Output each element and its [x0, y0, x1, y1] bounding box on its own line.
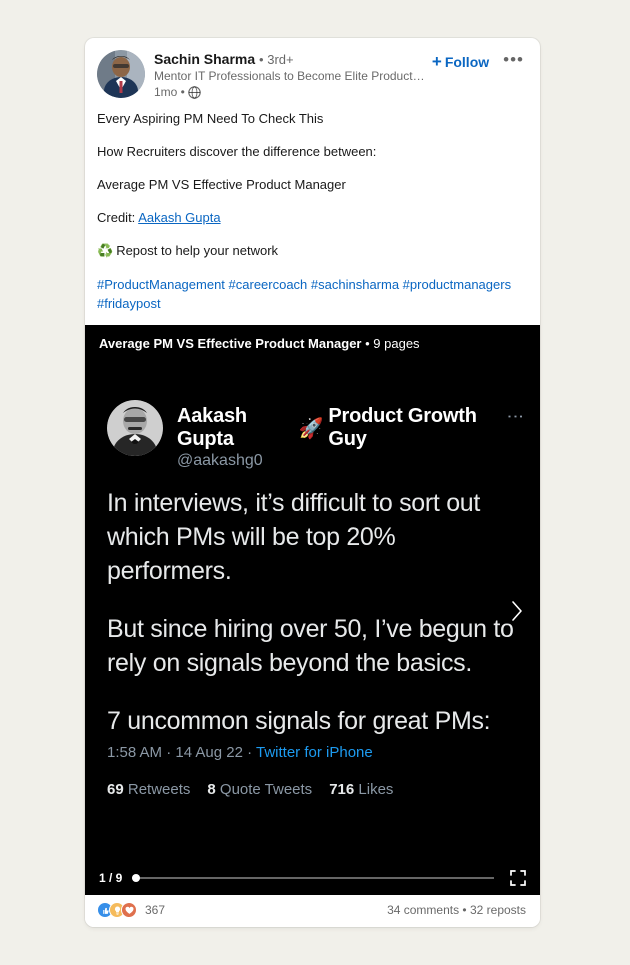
- carousel-progress-slider[interactable]: [132, 874, 494, 882]
- page-counter: 1 / 9: [99, 871, 123, 885]
- screenshot-root: Sachin Sharma • 3rd+ Mentor IT Professio…: [0, 0, 630, 965]
- follow-label: Follow: [444, 54, 490, 70]
- fullscreen-icon[interactable]: [510, 870, 526, 886]
- post-line-2: How Recruiters discover the difference b…: [97, 144, 377, 159]
- tweet-quotes-label: Quote Tweets: [219, 781, 313, 798]
- author-headline: Mentor IT Professionals to Become Elite …: [154, 69, 428, 83]
- author-degree: • 3rd+: [259, 52, 294, 67]
- tweet-header: Aakash Gupta 🚀 Product Growth Guy @aakas…: [107, 400, 525, 470]
- follow-button[interactable]: + Follow: [428, 52, 493, 72]
- tweet-timestamp-line: 1:58 AM · 14 Aug 22 · Twitter for iPhone: [107, 744, 518, 761]
- plus-icon: +: [431, 52, 442, 71]
- document-controls: 1 / 9: [85, 861, 540, 895]
- post-line-1: Every Aspiring PM Need To Check This: [97, 111, 324, 126]
- author-name-line[interactable]: Sachin Sharma • 3rd+: [154, 51, 428, 68]
- tweet-quotes-stat: 8 Quote Tweets: [207, 781, 312, 798]
- tweet-timestamp: 1:58 AM · 14 Aug 22 ·: [107, 744, 256, 761]
- tweet-handle: @aakashg0: [177, 452, 263, 469]
- engagement-summary[interactable]: 34 comments • 32 reposts: [387, 903, 526, 917]
- avatar[interactable]: [97, 50, 145, 98]
- carousel-slide-1: Aakash Gupta 🚀 Product Growth Guy @aakas…: [85, 355, 540, 865]
- tweet-retweets-count: 69: [107, 781, 124, 798]
- chevron-right-icon[interactable]: [506, 597, 528, 625]
- post-repost-line: ♻️ Repost to help your network: [97, 242, 528, 260]
- author-name[interactable]: Sachin Sharma: [154, 51, 255, 67]
- tweet-likes-count: 716: [329, 781, 355, 798]
- tweet-paragraph-1: In interviews, it’s difficult to sort ou…: [107, 489, 481, 585]
- tweet-retweets-label: Retweets: [127, 781, 191, 798]
- progress-thumb[interactable]: [132, 874, 141, 882]
- tweet-source-link: Twitter for iPhone: [256, 744, 373, 761]
- love-icon: [121, 902, 137, 918]
- post-hashtags[interactable]: #ProductManagement #careercoach #sachins…: [97, 275, 528, 313]
- document-page-count: • 9 pages: [365, 336, 420, 351]
- reaction-icon-group: [97, 902, 137, 918]
- globe-icon: [188, 86, 201, 99]
- document-carousel-viewer[interactable]: Average PM VS Effective Product Manager …: [85, 325, 540, 895]
- tweet-retweets-stat: 69 Retweets: [107, 781, 190, 798]
- tweet-likes-label: Likes: [358, 781, 394, 798]
- header-actions: + Follow •••: [428, 50, 528, 72]
- post-overflow-menu-button[interactable]: •••: [499, 51, 528, 72]
- linkedin-post-card: Sachin Sharma • 3rd+ Mentor IT Professio…: [85, 38, 540, 927]
- reactions-summary[interactable]: 367: [97, 902, 165, 918]
- tweet-author-name-line: Aakash Gupta 🚀 Product Growth Guy: [177, 405, 498, 451]
- tweet-likes-stat: 716 Likes: [329, 781, 393, 798]
- post-time: 1mo •: [154, 85, 185, 99]
- tweet-author-suffix: Product Growth Guy: [328, 405, 477, 450]
- tweet-overflow-menu-icon: ⋮: [506, 408, 525, 423]
- credit-mention-link[interactable]: Aakash Gupta: [138, 210, 220, 225]
- recycle-icon: ♻️: [97, 243, 114, 258]
- author-block: Sachin Sharma • 3rd+ Mentor IT Professio…: [145, 50, 428, 100]
- tweet-stats: 69 Retweets 8 Quote Tweets 716 Likes: [107, 781, 518, 798]
- document-title: Average PM VS Effective Product Manager: [99, 336, 362, 351]
- post-line-3: Average PM VS Effective Product Manager: [97, 177, 346, 192]
- post-body: Every Aspiring PM Need To Check This How…: [85, 100, 540, 325]
- tweet-author-name: Aakash Gupta: [177, 405, 247, 450]
- tweet-body-text: In interviews, it’s difficult to sort ou…: [107, 486, 518, 738]
- tweet-paragraph-2: But since hiring over 50, I’ve begun to …: [107, 615, 514, 677]
- tweet-avatar: [107, 400, 163, 456]
- tweet-paragraph-3: 7 uncommon signals for great PMs:: [107, 707, 491, 735]
- tweet-author-names: Aakash Gupta 🚀 Product Growth Guy @aakas…: [177, 400, 498, 470]
- document-title-bar: Average PM VS Effective Product Manager …: [85, 325, 540, 357]
- social-footer: 367 34 comments • 32 reposts: [85, 895, 540, 927]
- post-header: Sachin Sharma • 3rd+ Mentor IT Professio…: [85, 38, 540, 100]
- credit-prefix: Credit:: [97, 210, 139, 225]
- author-meta: 1mo •: [154, 85, 428, 100]
- repost-text: Repost to help your network: [116, 243, 279, 258]
- rocket-icon: 🚀: [298, 417, 324, 440]
- post-credit-line: Credit: Aakash Gupta: [97, 209, 528, 227]
- tweet-quotes-count: 8: [207, 781, 216, 798]
- reaction-count: 367: [145, 903, 166, 917]
